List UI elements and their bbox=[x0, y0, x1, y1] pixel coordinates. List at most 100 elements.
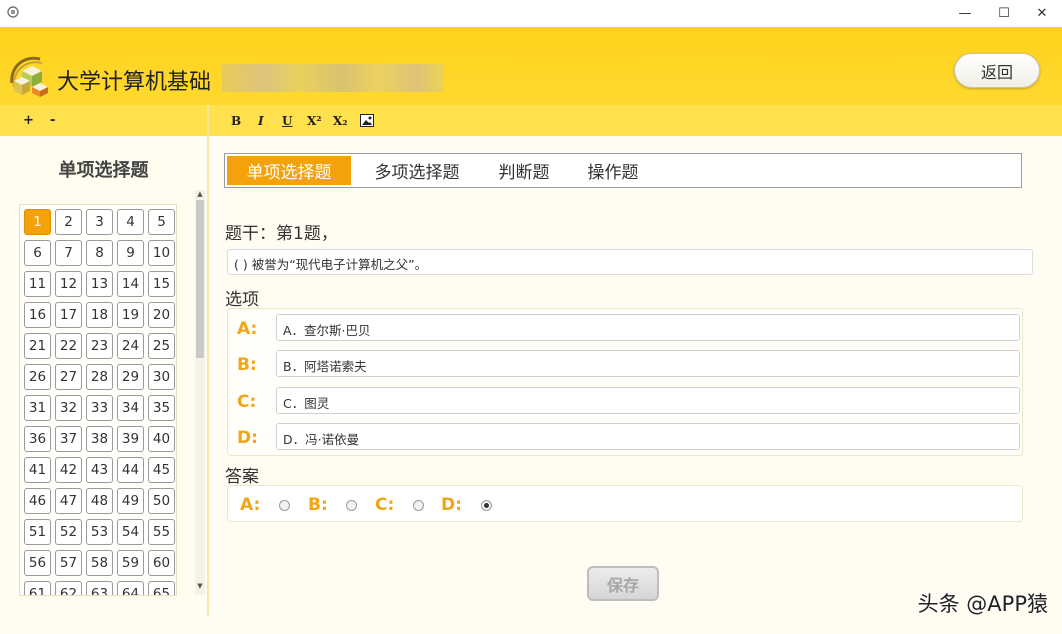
answer-d-radio[interactable] bbox=[481, 500, 492, 511]
tab-single-choice[interactable]: 单项选择题 bbox=[227, 156, 351, 185]
question-number-button[interactable]: 13 bbox=[86, 271, 113, 297]
question-number-button[interactable]: 17 bbox=[55, 302, 82, 328]
question-number-button[interactable]: 55 bbox=[148, 519, 175, 545]
option-a-input[interactable]: A．查尔斯·巴贝 bbox=[276, 314, 1020, 341]
question-number-button[interactable]: 23 bbox=[86, 333, 113, 359]
question-number-button[interactable]: 1 bbox=[24, 209, 51, 235]
question-number-button[interactable]: 50 bbox=[148, 488, 175, 514]
question-number-button[interactable]: 41 bbox=[24, 457, 51, 483]
question-number-button[interactable]: 3 bbox=[86, 209, 113, 235]
question-number-button[interactable]: 40 bbox=[148, 426, 175, 452]
question-number-button[interactable]: 43 bbox=[86, 457, 113, 483]
question-number-button[interactable]: 30 bbox=[148, 364, 175, 390]
question-number-button[interactable]: 42 bbox=[55, 457, 82, 483]
question-number-button[interactable]: 52 bbox=[55, 519, 82, 545]
question-number-button[interactable]: 61 bbox=[24, 581, 51, 595]
question-number-button[interactable]: 48 bbox=[86, 488, 113, 514]
question-number-button[interactable]: 5 bbox=[148, 209, 175, 235]
minimize-button[interactable]: — bbox=[945, 0, 985, 27]
sidebar-scrollbar[interactable]: ▲ ▼ bbox=[195, 190, 205, 595]
question-number-button[interactable]: 16 bbox=[24, 302, 51, 328]
question-number-button[interactable]: 51 bbox=[24, 519, 51, 545]
answer-c-radio[interactable] bbox=[413, 500, 424, 511]
question-number-button[interactable]: 53 bbox=[86, 519, 113, 545]
question-number-button[interactable]: 21 bbox=[24, 333, 51, 359]
question-number-button[interactable]: 7 bbox=[55, 240, 82, 266]
question-number-button[interactable]: 47 bbox=[55, 488, 82, 514]
cubes-logo-icon bbox=[10, 56, 48, 97]
scrollbar-thumb[interactable] bbox=[196, 200, 204, 358]
bold-button[interactable]: B bbox=[231, 114, 241, 128]
answer-a-radio[interactable] bbox=[279, 500, 290, 511]
tab-multiple-choice[interactable]: 多项选择题 bbox=[361, 156, 473, 185]
question-number-button[interactable]: 6 bbox=[24, 240, 51, 266]
question-number-button[interactable]: 60 bbox=[148, 550, 175, 576]
question-number-button[interactable]: 64 bbox=[117, 581, 144, 595]
question-number-button[interactable]: 2 bbox=[55, 209, 82, 235]
question-number-button[interactable]: 44 bbox=[117, 457, 144, 483]
question-number-button[interactable]: 62 bbox=[55, 581, 82, 595]
question-number-button[interactable]: 39 bbox=[117, 426, 144, 452]
question-number-button[interactable]: 25 bbox=[148, 333, 175, 359]
window-titlebar: — ☐ ✕ bbox=[0, 0, 1062, 27]
tab-operation[interactable]: 操作题 bbox=[575, 156, 651, 185]
option-b-input[interactable]: B．阿塔诺索夫 bbox=[276, 350, 1020, 377]
question-number-button[interactable]: 45 bbox=[148, 457, 175, 483]
image-icon[interactable] bbox=[360, 114, 374, 127]
close-button[interactable]: ✕ bbox=[1022, 0, 1062, 27]
question-number-button[interactable]: 27 bbox=[55, 364, 82, 390]
tab-true-false[interactable]: 判断题 bbox=[487, 156, 561, 185]
zoom-out-button[interactable]: - bbox=[50, 113, 55, 128]
question-number-button[interactable]: 18 bbox=[86, 302, 113, 328]
question-number-button[interactable]: 56 bbox=[24, 550, 51, 576]
question-number-button[interactable]: 35 bbox=[148, 395, 175, 421]
question-number-button[interactable]: 65 bbox=[148, 581, 175, 595]
question-number-button[interactable]: 36 bbox=[24, 426, 51, 452]
question-number-button[interactable]: 24 bbox=[117, 333, 144, 359]
question-number-button[interactable]: 14 bbox=[117, 271, 144, 297]
redacted-title-area bbox=[222, 64, 444, 92]
question-number-button[interactable]: 57 bbox=[55, 550, 82, 576]
option-c-input[interactable]: C．图灵 bbox=[276, 387, 1020, 414]
question-number-button[interactable]: 46 bbox=[24, 488, 51, 514]
question-number-button[interactable]: 32 bbox=[55, 395, 82, 421]
question-number-button[interactable]: 29 bbox=[117, 364, 144, 390]
answer-b-radio[interactable] bbox=[346, 500, 357, 511]
question-number-button[interactable]: 4 bbox=[117, 209, 144, 235]
question-number-button[interactable]: 26 bbox=[24, 364, 51, 390]
scroll-up-arrow-icon[interactable]: ▲ bbox=[195, 190, 205, 198]
question-number-button[interactable]: 10 bbox=[148, 240, 175, 266]
option-d-input[interactable]: D．冯·诺依曼 bbox=[276, 423, 1020, 450]
question-number-button[interactable]: 12 bbox=[55, 271, 82, 297]
question-number-button[interactable]: 37 bbox=[55, 426, 82, 452]
question-number-button[interactable]: 58 bbox=[86, 550, 113, 576]
subscript-button[interactable]: X₂ bbox=[333, 114, 348, 128]
question-number-button[interactable]: 28 bbox=[86, 364, 113, 390]
save-button[interactable]: 保存 bbox=[587, 566, 659, 601]
underline-button[interactable]: U bbox=[282, 114, 292, 128]
question-number-button[interactable]: 20 bbox=[148, 302, 175, 328]
stem-input[interactable]: ( ) 被誉为“现代电子计算机之父”。 bbox=[227, 249, 1033, 275]
superscript-button[interactable]: X² bbox=[307, 114, 322, 128]
question-number-button[interactable]: 15 bbox=[148, 271, 175, 297]
question-number-button[interactable]: 11 bbox=[24, 271, 51, 297]
maximize-button[interactable]: ☐ bbox=[984, 0, 1024, 27]
question-number-button[interactable]: 19 bbox=[117, 302, 144, 328]
question-number-button[interactable]: 31 bbox=[24, 395, 51, 421]
back-button[interactable]: 返回 bbox=[954, 53, 1040, 88]
zoom-in-button[interactable]: + bbox=[23, 113, 34, 128]
question-number-button[interactable]: 22 bbox=[55, 333, 82, 359]
question-number-button[interactable]: 33 bbox=[86, 395, 113, 421]
question-number-button[interactable]: 8 bbox=[86, 240, 113, 266]
question-number-button[interactable]: 59 bbox=[117, 550, 144, 576]
question-number-button[interactable]: 49 bbox=[117, 488, 144, 514]
scroll-down-arrow-icon[interactable]: ▼ bbox=[195, 582, 205, 590]
question-number-button[interactable]: 38 bbox=[86, 426, 113, 452]
options-label: 选项 bbox=[225, 290, 259, 310]
italic-button[interactable]: I bbox=[258, 114, 264, 128]
question-number-button[interactable]: 63 bbox=[86, 581, 113, 595]
question-number-button[interactable]: 34 bbox=[117, 395, 144, 421]
question-type-tabs: 单项选择题 多项选择题 判断题 操作题 bbox=[224, 153, 1022, 188]
question-number-button[interactable]: 9 bbox=[117, 240, 144, 266]
question-number-button[interactable]: 54 bbox=[117, 519, 144, 545]
